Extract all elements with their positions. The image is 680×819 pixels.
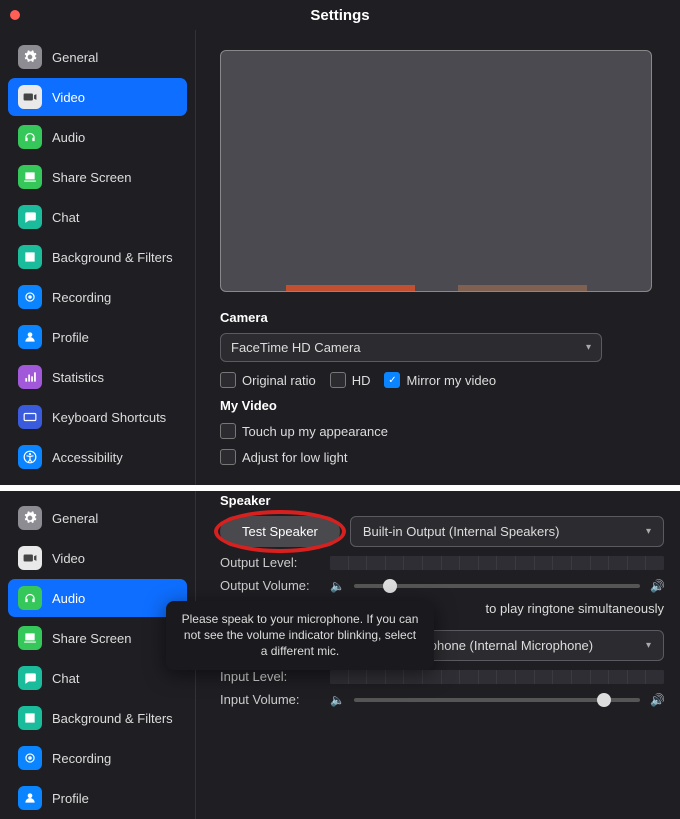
- headphones-icon: [18, 125, 42, 149]
- input-level-meter: [330, 670, 664, 684]
- chat-icon: [18, 205, 42, 229]
- sidebar-item-audio[interactable]: Audio: [8, 118, 187, 156]
- sidebar-item-label: Background & Filters: [52, 711, 173, 726]
- profile-icon: [18, 325, 42, 349]
- input-volume-label: Input Volume:: [220, 692, 320, 707]
- sidebar-item-profile[interactable]: Profile: [8, 318, 187, 356]
- gear-icon: [18, 506, 42, 530]
- sidebar-item-label: Recording: [52, 290, 111, 305]
- chat-icon: [18, 666, 42, 690]
- output-level-meter: [330, 556, 664, 570]
- record-icon: [18, 746, 42, 770]
- sidebar-item-label: Share Screen: [52, 170, 132, 185]
- myvideo-heading: My Video: [220, 398, 664, 413]
- sidebar-item-label: Profile: [52, 330, 89, 345]
- sidebar-item-video[interactable]: Video: [8, 78, 187, 116]
- input-level-label: Input Level:: [220, 669, 320, 684]
- sidebar-item-label: Background & Filters: [52, 250, 173, 265]
- original-ratio-checkbox[interactable]: Original ratio: [220, 372, 316, 388]
- touchup-checkbox[interactable]: Touch up my appearance: [220, 423, 388, 439]
- lowlight-checkbox[interactable]: Adjust for low light: [220, 449, 348, 465]
- profile-icon: [18, 786, 42, 810]
- sidebar-item-label: Audio: [52, 591, 85, 606]
- speaker-low-icon: 🔈: [330, 693, 344, 707]
- sidebar-item-label: Share Screen: [52, 631, 132, 646]
- input-volume-slider[interactable]: [354, 698, 640, 702]
- window-title: Settings: [0, 7, 680, 24]
- filters-icon: [18, 245, 42, 269]
- camera-select-value: FaceTime HD Camera: [231, 340, 361, 355]
- sidebar-item-label: Statistics: [52, 370, 104, 385]
- sidebar-item-label: General: [52, 511, 98, 526]
- sidebar-item-recording[interactable]: Recording: [8, 278, 187, 316]
- sidebar-item-keyboard-shortcuts[interactable]: Keyboard Shortcuts: [8, 398, 187, 436]
- sidebar-item-recording[interactable]: Recording: [8, 739, 187, 777]
- content-video: Camera FaceTime HD Camera ▾ Original rat…: [196, 30, 680, 485]
- output-volume-label: Output Volume:: [220, 578, 320, 593]
- speaker-high-icon: 🔊: [650, 579, 664, 593]
- video-icon: [18, 546, 42, 570]
- content-audio: Speaker Test Speaker Built-in Output (In…: [196, 491, 680, 819]
- video-preview: [220, 50, 652, 292]
- sidebar: General Video Audio Share Screen Chat Backgro…: [0, 30, 196, 485]
- speaker-select[interactable]: Built-in Output (Internal Speakers) ▾: [350, 516, 664, 547]
- share-icon: [18, 626, 42, 650]
- test-speaker-button[interactable]: Test Speaker: [220, 516, 340, 547]
- gear-icon: [18, 45, 42, 69]
- stats-icon: [18, 365, 42, 389]
- sidebar-item-label: Video: [52, 90, 85, 105]
- sidebar-item-label: Chat: [52, 210, 79, 225]
- chevron-down-icon: ▾: [646, 640, 651, 651]
- sidebar-item-background-filters[interactable]: Background & Filters: [8, 699, 187, 737]
- sidebar-item-label: Keyboard Shortcuts: [52, 410, 166, 425]
- chevron-down-icon: ▾: [646, 526, 651, 537]
- sidebar-item-label: Chat: [52, 671, 79, 686]
- sidebar-item-label: Video: [52, 551, 85, 566]
- sidebar-item-general[interactable]: General: [8, 499, 187, 537]
- speaker-high-icon: 🔊: [650, 693, 664, 707]
- sidebar-item-video[interactable]: Video: [8, 539, 187, 577]
- chevron-down-icon: ▾: [586, 342, 591, 353]
- sidebar-item-label: Recording: [52, 751, 111, 766]
- sidebar-item-accessibility[interactable]: Accessibility: [8, 438, 187, 476]
- hd-checkbox[interactable]: HD: [330, 372, 371, 388]
- titlebar: Settings: [0, 0, 680, 30]
- speaker-low-icon: 🔈: [330, 579, 344, 593]
- record-icon: [18, 285, 42, 309]
- camera-heading: Camera: [220, 310, 664, 325]
- sidebar-item-share-screen[interactable]: Share Screen: [8, 158, 187, 196]
- sidebar-item-chat[interactable]: Chat: [8, 659, 187, 697]
- sidebar-item-audio[interactable]: Audio: [8, 579, 187, 617]
- sidebar-item-label: Accessibility: [52, 450, 123, 465]
- output-level-label: Output Level:: [220, 555, 320, 570]
- camera-select[interactable]: FaceTime HD Camera ▾: [220, 333, 602, 362]
- share-icon: [18, 165, 42, 189]
- ringtone-text: to play ringtone simultaneously: [486, 601, 665, 616]
- sidebar-item-share-screen[interactable]: Share Screen: [8, 619, 187, 657]
- mirror-video-checkbox[interactable]: ✓Mirror my video: [384, 372, 496, 388]
- video-icon: [18, 85, 42, 109]
- sidebar-item-label: General: [52, 50, 98, 65]
- filters-icon: [18, 706, 42, 730]
- sidebar-item-background-filters[interactable]: Background & Filters: [8, 238, 187, 276]
- sidebar-item-label: Audio: [52, 130, 85, 145]
- speaker-heading: Speaker: [220, 493, 664, 508]
- sidebar-item-chat[interactable]: Chat: [8, 198, 187, 236]
- mic-tooltip: Please speak to your microphone. If you …: [166, 601, 434, 670]
- accessibility-icon: [18, 445, 42, 469]
- sidebar-item-profile[interactable]: Profile: [8, 779, 187, 817]
- output-volume-slider[interactable]: [354, 584, 640, 588]
- sidebar-item-statistics[interactable]: Statistics: [8, 358, 187, 396]
- headphones-icon: [18, 586, 42, 610]
- sidebar-item-general[interactable]: General: [8, 38, 187, 76]
- keyboard-icon: [18, 405, 42, 429]
